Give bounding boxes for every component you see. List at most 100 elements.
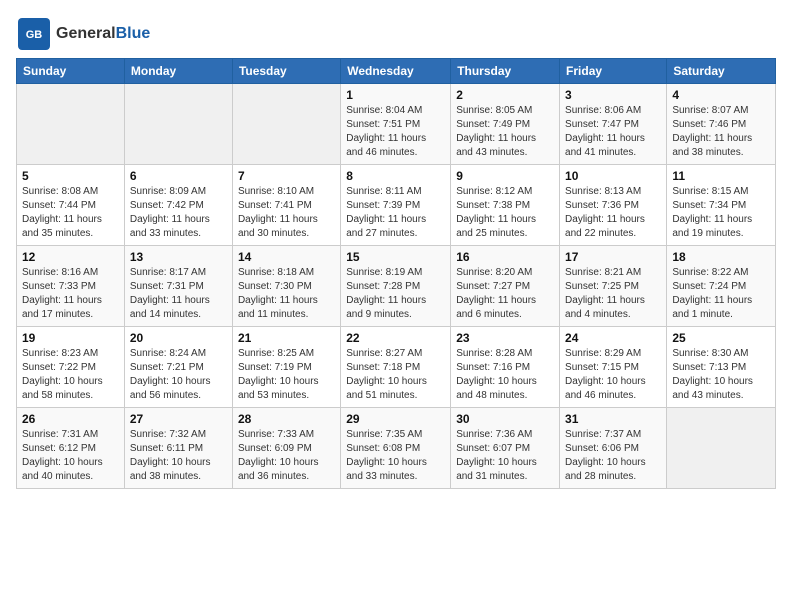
- calendar-day-29: 29 Sunrise: 7:35 AM Sunset: 6:08 PM Dayli…: [341, 408, 451, 489]
- day-info: Sunrise: 8:24 AM Sunset: 7:21 PM Dayligh…: [130, 347, 227, 403]
- calendar-day-empty: [667, 408, 776, 489]
- day-info: Sunrise: 8:10 AM Sunset: 7:41 PM Dayligh…: [238, 185, 335, 241]
- day-number: 25: [672, 331, 770, 345]
- calendar-day-11: 11 Sunrise: 8:15 AM Sunset: 7:34 PM Dayli…: [667, 165, 776, 246]
- calendar-day-6: 6 Sunrise: 8:09 AM Sunset: 7:42 PM Daylig…: [124, 165, 232, 246]
- day-number: 12: [22, 250, 119, 264]
- day-number: 18: [672, 250, 770, 264]
- day-info: Sunrise: 8:22 AM Sunset: 7:24 PM Dayligh…: [672, 266, 770, 322]
- calendar-day-25: 25 Sunrise: 8:30 AM Sunset: 7:13 PM Dayli…: [667, 327, 776, 408]
- day-number: 9: [456, 169, 554, 183]
- day-number: 2: [456, 88, 554, 102]
- calendar-day-empty: [17, 84, 125, 165]
- day-number: 14: [238, 250, 335, 264]
- calendar-header-row: SundayMondayTuesdayWednesdayThursdayFrid…: [17, 59, 776, 84]
- day-info: Sunrise: 8:15 AM Sunset: 7:34 PM Dayligh…: [672, 185, 770, 241]
- col-header-sunday: Sunday: [17, 59, 125, 84]
- calendar-day-2: 2 Sunrise: 8:05 AM Sunset: 7:49 PM Daylig…: [451, 84, 560, 165]
- day-info: Sunrise: 8:12 AM Sunset: 7:38 PM Dayligh…: [456, 185, 554, 241]
- calendar-day-16: 16 Sunrise: 8:20 AM Sunset: 7:27 PM Dayli…: [451, 246, 560, 327]
- day-info: Sunrise: 7:35 AM Sunset: 6:08 PM Dayligh…: [346, 428, 445, 484]
- page-header: GB GeneralBlue: [16, 16, 776, 52]
- calendar-day-3: 3 Sunrise: 8:06 AM Sunset: 7:47 PM Daylig…: [560, 84, 667, 165]
- calendar-week-1: 1 Sunrise: 8:04 AM Sunset: 7:51 PM Daylig…: [17, 84, 776, 165]
- day-number: 27: [130, 412, 227, 426]
- calendar-day-8: 8 Sunrise: 8:11 AM Sunset: 7:39 PM Daylig…: [341, 165, 451, 246]
- day-number: 7: [238, 169, 335, 183]
- day-number: 8: [346, 169, 445, 183]
- day-number: 29: [346, 412, 445, 426]
- day-number: 5: [22, 169, 119, 183]
- day-number: 28: [238, 412, 335, 426]
- day-number: 1: [346, 88, 445, 102]
- calendar-day-13: 13 Sunrise: 8:17 AM Sunset: 7:31 PM Dayli…: [124, 246, 232, 327]
- calendar-day-24: 24 Sunrise: 8:29 AM Sunset: 7:15 PM Dayli…: [560, 327, 667, 408]
- calendar-day-23: 23 Sunrise: 8:28 AM Sunset: 7:16 PM Dayli…: [451, 327, 560, 408]
- logo: GB GeneralBlue: [16, 16, 150, 52]
- calendar-day-22: 22 Sunrise: 8:27 AM Sunset: 7:18 PM Dayli…: [341, 327, 451, 408]
- calendar-day-27: 27 Sunrise: 7:32 AM Sunset: 6:11 PM Dayli…: [124, 408, 232, 489]
- col-header-thursday: Thursday: [451, 59, 560, 84]
- day-number: 20: [130, 331, 227, 345]
- calendar-week-5: 26Sunrise: 7:31 AM Sunset: 6:12 PM Dayli…: [17, 408, 776, 489]
- day-number: 4: [672, 88, 770, 102]
- day-number: 22: [346, 331, 445, 345]
- logo-text: GeneralBlue: [56, 25, 150, 43]
- day-info: Sunrise: 8:25 AM Sunset: 7:19 PM Dayligh…: [238, 347, 335, 403]
- calendar-day-20: 20 Sunrise: 8:24 AM Sunset: 7:21 PM Dayli…: [124, 327, 232, 408]
- col-header-saturday: Saturday: [667, 59, 776, 84]
- svg-text:GB: GB: [26, 29, 43, 41]
- day-info: Sunrise: 7:32 AM Sunset: 6:11 PM Dayligh…: [130, 428, 227, 484]
- calendar-day-26: 26Sunrise: 7:31 AM Sunset: 6:12 PM Dayli…: [17, 408, 125, 489]
- calendar-day-31: 31Sunrise: 7:37 AM Sunset: 6:06 PM Dayli…: [560, 408, 667, 489]
- col-header-monday: Monday: [124, 59, 232, 84]
- day-number: 6: [130, 169, 227, 183]
- day-number: 3: [565, 88, 661, 102]
- day-number: 15: [346, 250, 445, 264]
- day-info: Sunrise: 8:06 AM Sunset: 7:47 PM Dayligh…: [565, 104, 661, 160]
- day-info: Sunrise: 8:05 AM Sunset: 7:49 PM Dayligh…: [456, 104, 554, 160]
- day-number: 21: [238, 331, 335, 345]
- calendar-day-28: 28Sunrise: 7:33 AM Sunset: 6:09 PM Dayli…: [232, 408, 340, 489]
- day-info: Sunrise: 8:11 AM Sunset: 7:39 PM Dayligh…: [346, 185, 445, 241]
- day-number: 13: [130, 250, 227, 264]
- day-number: 19: [22, 331, 119, 345]
- day-info: Sunrise: 8:19 AM Sunset: 7:28 PM Dayligh…: [346, 266, 445, 322]
- day-info: Sunrise: 7:37 AM Sunset: 6:06 PM Dayligh…: [565, 428, 661, 484]
- day-number: 11: [672, 169, 770, 183]
- day-info: Sunrise: 8:13 AM Sunset: 7:36 PM Dayligh…: [565, 185, 661, 241]
- calendar-week-4: 19Sunrise: 8:23 AM Sunset: 7:22 PM Dayli…: [17, 327, 776, 408]
- day-info: Sunrise: 7:31 AM Sunset: 6:12 PM Dayligh…: [22, 428, 119, 484]
- day-info: Sunrise: 8:07 AM Sunset: 7:46 PM Dayligh…: [672, 104, 770, 160]
- day-info: Sunrise: 8:28 AM Sunset: 7:16 PM Dayligh…: [456, 347, 554, 403]
- day-info: Sunrise: 8:30 AM Sunset: 7:13 PM Dayligh…: [672, 347, 770, 403]
- day-number: 23: [456, 331, 554, 345]
- day-info: Sunrise: 7:36 AM Sunset: 6:07 PM Dayligh…: [456, 428, 554, 484]
- calendar-week-2: 5Sunrise: 8:08 AM Sunset: 7:44 PM Daylig…: [17, 165, 776, 246]
- calendar-day-5: 5Sunrise: 8:08 AM Sunset: 7:44 PM Daylig…: [17, 165, 125, 246]
- day-info: Sunrise: 8:04 AM Sunset: 7:51 PM Dayligh…: [346, 104, 445, 160]
- day-info: Sunrise: 8:16 AM Sunset: 7:33 PM Dayligh…: [22, 266, 119, 322]
- logo-icon: GB: [16, 16, 52, 52]
- day-number: 24: [565, 331, 661, 345]
- calendar-day-19: 19Sunrise: 8:23 AM Sunset: 7:22 PM Dayli…: [17, 327, 125, 408]
- calendar-day-9: 9 Sunrise: 8:12 AM Sunset: 7:38 PM Daylig…: [451, 165, 560, 246]
- col-header-friday: Friday: [560, 59, 667, 84]
- calendar-table: SundayMondayTuesdayWednesdayThursdayFrid…: [16, 58, 776, 489]
- day-info: Sunrise: 8:17 AM Sunset: 7:31 PM Dayligh…: [130, 266, 227, 322]
- calendar-day-15: 15 Sunrise: 8:19 AM Sunset: 7:28 PM Dayli…: [341, 246, 451, 327]
- col-header-tuesday: Tuesday: [232, 59, 340, 84]
- calendar-day-empty: [232, 84, 340, 165]
- calendar-day-10: 10Sunrise: 8:13 AM Sunset: 7:36 PM Dayli…: [560, 165, 667, 246]
- day-number: 16: [456, 250, 554, 264]
- day-info: Sunrise: 8:29 AM Sunset: 7:15 PM Dayligh…: [565, 347, 661, 403]
- day-info: Sunrise: 8:20 AM Sunset: 7:27 PM Dayligh…: [456, 266, 554, 322]
- calendar-day-4: 4 Sunrise: 8:07 AM Sunset: 7:46 PM Daylig…: [667, 84, 776, 165]
- calendar-day-17: 17Sunrise: 8:21 AM Sunset: 7:25 PM Dayli…: [560, 246, 667, 327]
- day-info: Sunrise: 8:27 AM Sunset: 7:18 PM Dayligh…: [346, 347, 445, 403]
- calendar-day-30: 30Sunrise: 7:36 AM Sunset: 6:07 PM Dayli…: [451, 408, 560, 489]
- calendar-day-18: 18 Sunrise: 8:22 AM Sunset: 7:24 PM Dayli…: [667, 246, 776, 327]
- day-info: Sunrise: 8:09 AM Sunset: 7:42 PM Dayligh…: [130, 185, 227, 241]
- calendar-day-1: 1 Sunrise: 8:04 AM Sunset: 7:51 PM Daylig…: [341, 84, 451, 165]
- calendar-week-3: 12 Sunrise: 8:16 AM Sunset: 7:33 PM Dayli…: [17, 246, 776, 327]
